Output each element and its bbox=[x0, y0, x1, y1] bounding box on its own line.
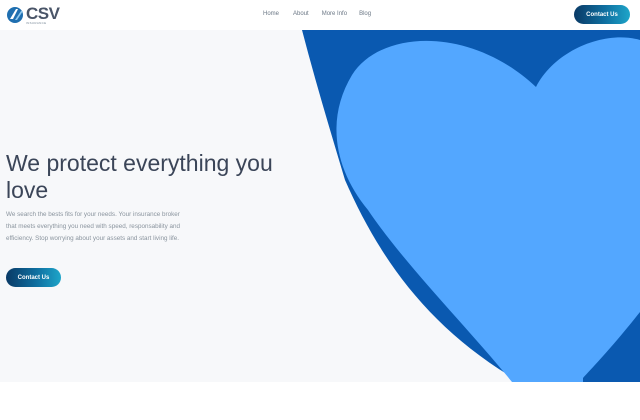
heart-illustration bbox=[302, 30, 640, 382]
brand-logo[interactable]: CSV INSURANCE bbox=[6, 4, 66, 27]
hero-title: We protect everything you love bbox=[6, 150, 273, 203]
nav-item-more-info[interactable]: More Info bbox=[322, 11, 347, 17]
hero-section: We protect everything you love We search… bbox=[0, 30, 640, 382]
heart-front-shape bbox=[336, 37, 640, 382]
hero-description: We search the bests fits for your needs.… bbox=[6, 211, 180, 242]
page-bottom-strip bbox=[0, 382, 640, 420]
site-header: CSV INSURANCE Home About More Info Blog … bbox=[0, 0, 640, 30]
logo-mark-icon bbox=[7, 7, 23, 23]
main-nav: Home About More Info Blog bbox=[263, 11, 371, 17]
brand-tagline: INSURANCE bbox=[26, 21, 47, 25]
header-contact-button[interactable]: Contact Us bbox=[574, 5, 630, 24]
hero-contact-button[interactable]: Contact Us bbox=[6, 268, 61, 287]
nav-item-home[interactable]: Home bbox=[263, 11, 279, 17]
nav-item-about[interactable]: About bbox=[293, 11, 309, 17]
nav-item-blog[interactable]: Blog bbox=[359, 11, 371, 17]
